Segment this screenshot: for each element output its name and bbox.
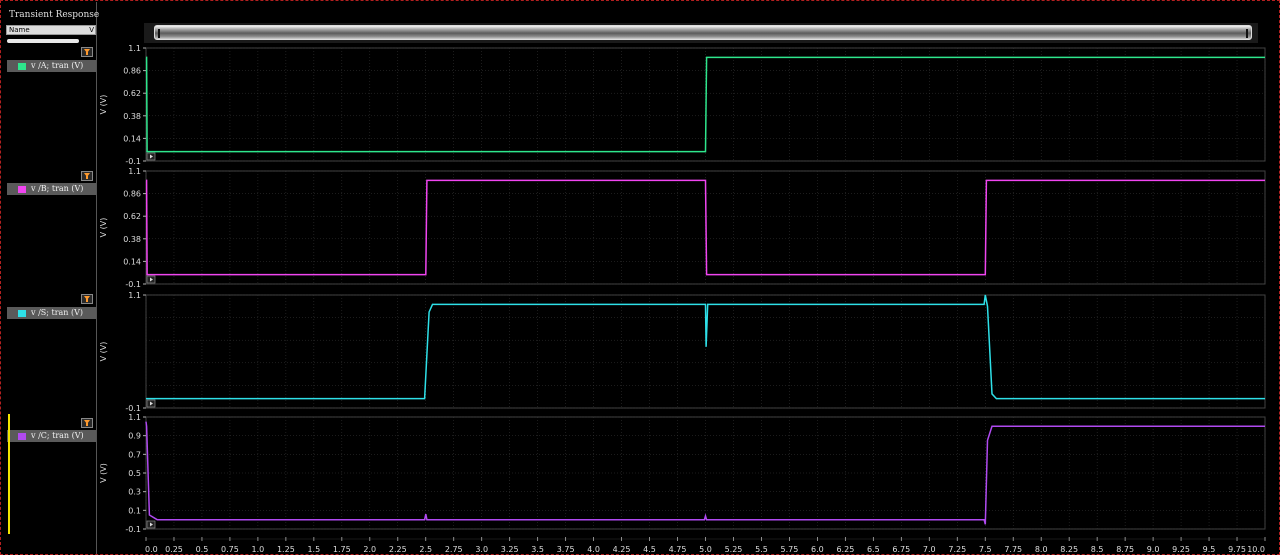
x-tick-label: 8.5 (1091, 545, 1104, 554)
y-tick-label: -0.1 (125, 157, 141, 166)
y-tick-label: -0.1 (125, 525, 141, 534)
y-tick-label: 0.14 (123, 257, 141, 266)
x-tick-label: 2.75 (445, 545, 463, 554)
x-tick-label: 5.5 (755, 545, 768, 554)
x-tick-label: 5.75 (781, 545, 799, 554)
x-tick-label: 10.0 (1247, 545, 1265, 554)
x-tick-label: 6.75 (892, 545, 910, 554)
y-tick-label: 0.14 (123, 134, 141, 143)
x-tick-label: 1.25 (277, 545, 295, 554)
x-tick-label: 9.5 (1203, 545, 1216, 554)
x-tick-label: 6.0 (811, 545, 824, 554)
y-tick-label: 0.7 (128, 450, 141, 459)
x-tick-label: 7.25 (948, 545, 966, 554)
x-tick-label: 6.5 (867, 545, 880, 554)
plot-panel-1[interactable]: 1.1 0.86 0.62 0.38 0.14 -0.1 V (V) (99, 44, 1266, 166)
x-tick-label: 0.75 (221, 545, 239, 554)
waveform-plots[interactable]: 1.1 0.86 0.62 0.38 0.14 -0.1 V (V) 1.1 0.86 0.62 0… (1, 1, 1280, 555)
y-tick-label: 0.62 (123, 212, 141, 221)
x-tick-label: 2.25 (389, 545, 407, 554)
x-tick-label: 0.25 (165, 545, 183, 554)
x-tick-label: 5.25 (725, 545, 743, 554)
y-tick-label: 1.1 (128, 413, 141, 422)
x-tick-label: 4.0 (587, 545, 600, 554)
x-tick-label: 2.0 (363, 545, 376, 554)
y-tick-label: 0.86 (123, 67, 141, 76)
x-tick-label: 3.25 (501, 545, 519, 554)
x-tick-label: 8.25 (1060, 545, 1078, 554)
y-tick-label: 1.1 (128, 167, 141, 176)
x-tick-label: 5.0 (699, 545, 712, 554)
x-tick-label: 8.0 (1035, 545, 1048, 554)
plot-panel-2[interactable]: 1.1 0.86 0.62 0.38 0.14 -0.1 V (V) (99, 167, 1266, 289)
x-tick-label: 1.75 (333, 545, 351, 554)
x-tick-label: 3.0 (475, 545, 488, 554)
x-tick-label: 7.5 (979, 545, 992, 554)
x-tick-label: 2.5 (419, 545, 432, 554)
x-tick-label: 6.25 (836, 545, 854, 554)
y-tick-label: 1.1 (128, 291, 141, 300)
plot-panel-3[interactable]: 1.1 -0.1 V (V) (99, 291, 1266, 413)
x-axis: 0.0 0.25 0.5 0.75 1.0 1.25 1.5 1.75 2.0 2.25 2.5 2.… (145, 537, 1266, 554)
y-tick-label: -0.1 (125, 280, 141, 289)
x-tick-label: 0.5 (196, 545, 209, 554)
y-tick-label: 0.5 (128, 469, 141, 478)
x-tick-label: 9.0 (1147, 545, 1160, 554)
y-tick-label: -0.1 (125, 404, 141, 413)
y-tick-label: 0.86 (123, 190, 141, 199)
x-tick-label: 3.75 (557, 545, 575, 554)
y-tick-label: 1.1 (128, 44, 141, 53)
plot-panel-4[interactable]: 1.1 0.9 0.7 0.5 0.3 0.1 -0.1 V (V) (99, 413, 1266, 534)
x-tick-label: 7.75 (1004, 545, 1022, 554)
y-tick-label: 0.9 (128, 432, 141, 441)
x-tick-label: 8.75 (1116, 545, 1134, 554)
x-tick-label: 7.0 (923, 545, 936, 554)
y-tick-label: 0.1 (128, 506, 141, 515)
y-tick-label: 0.3 (128, 488, 141, 497)
y-tick-label: 0.62 (123, 89, 141, 98)
y-axis-label: V (V) (99, 463, 108, 483)
y-axis-label: V (V) (99, 95, 108, 115)
x-tick-label: 1.0 (252, 545, 265, 554)
x-tick-label: 1.5 (307, 545, 320, 554)
y-axis-label: V (V) (99, 342, 108, 362)
x-tick-label: 9.25 (1172, 545, 1190, 554)
x-tick-label: 3.5 (531, 545, 544, 554)
x-tick-label: 4.25 (613, 545, 631, 554)
y-tick-label: 0.38 (123, 112, 141, 121)
x-tick-label: 0.0 (145, 545, 158, 554)
x-tick-label: 9.75 (1228, 545, 1246, 554)
waveform-window: Transient Response Name V v /A; tran (V)… (0, 0, 1280, 555)
x-tick-label: 4.5 (643, 545, 656, 554)
x-tick-label: 4.75 (669, 545, 687, 554)
y-tick-label: 0.38 (123, 235, 141, 244)
y-axis-label: V (V) (99, 218, 108, 238)
